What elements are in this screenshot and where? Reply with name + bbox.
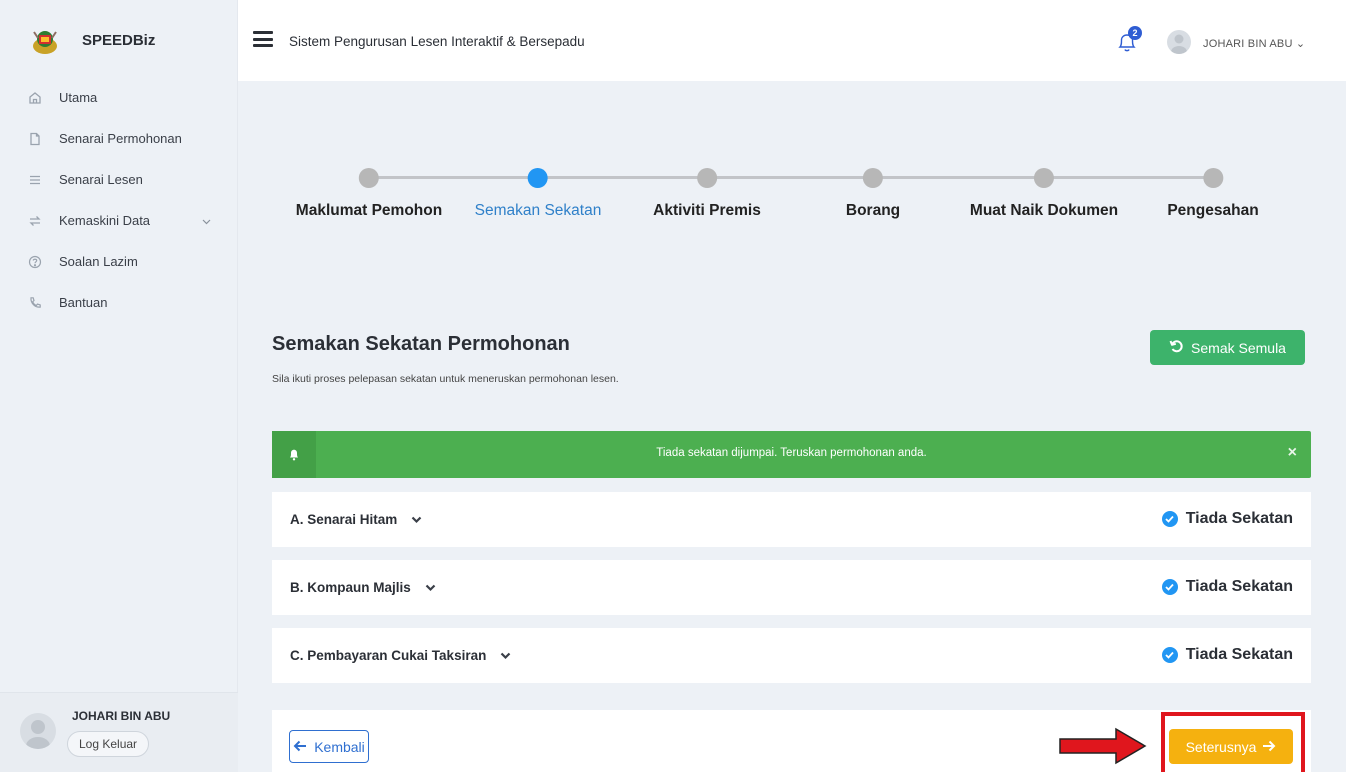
back-button[interactable]: Kembali xyxy=(289,730,369,763)
step-borang[interactable]: Borang xyxy=(846,160,900,220)
home-icon xyxy=(27,90,43,106)
check-title-text: C. Pembayaran Cukai Taksiran xyxy=(290,648,487,663)
system-title: Sistem Pengurusan Lesen Interaktif & Ber… xyxy=(289,34,585,49)
chevron-down-icon xyxy=(425,583,436,595)
logout-button[interactable]: Log Keluar xyxy=(67,731,150,757)
step-semakan-sekatan[interactable]: Semakan Sekatan xyxy=(474,160,602,220)
avatar xyxy=(20,713,56,749)
header-user-name: JOHARI BIN ABU xyxy=(1203,38,1293,50)
next-button[interactable]: Seterusnya xyxy=(1169,729,1293,764)
step-pengesahan[interactable]: Pengesahan xyxy=(1167,160,1259,220)
check-status: Tiada Sekatan xyxy=(1161,510,1293,528)
next-label: Seterusnya xyxy=(1185,738,1257,755)
step-label: Borang xyxy=(845,202,901,219)
step-label: Pengesahan xyxy=(1167,202,1259,219)
arrow-right-icon xyxy=(1262,739,1276,755)
check-row-cukai-taksiran[interactable]: C. Pembayaran Cukai Taksiran Tiada Sekat… xyxy=(272,628,1311,683)
sidebar-item-label: Senarai Permohonan xyxy=(59,131,182,146)
check-circle-icon xyxy=(1161,647,1178,663)
red-pointer-arrow-icon xyxy=(1058,726,1148,766)
sidebar-item-senarai-lesen[interactable]: Senarai Lesen xyxy=(0,159,237,200)
check-circle-icon xyxy=(1161,579,1178,595)
back-label: Kembali xyxy=(314,738,365,755)
undo-icon xyxy=(1169,339,1183,356)
top-header: Sistem Pengurusan Lesen Interaktif & Ber… xyxy=(238,0,1346,81)
sidebar-user-name: JOHARI BIN ABU xyxy=(72,709,171,723)
chevron-down-icon xyxy=(411,515,422,527)
step-dot xyxy=(1203,168,1223,188)
chevron-down-icon: ⌄ xyxy=(1295,38,1306,50)
sidebar-item-utama[interactable]: Utama xyxy=(0,77,237,118)
step-label: Aktiviti Premis xyxy=(653,202,761,219)
file-icon xyxy=(27,131,43,147)
check-status-text: Tiada Sekatan xyxy=(1185,578,1293,595)
step-dot xyxy=(358,168,379,188)
alert-message: Tiada sekatan dijumpai. Teruskan permoho… xyxy=(656,447,927,459)
help-circle-icon xyxy=(27,254,43,270)
sync-icon xyxy=(27,213,43,229)
chevron-down-icon xyxy=(202,213,211,228)
brand-name: SPEEDBiz xyxy=(82,32,156,49)
step-dot-active xyxy=(527,168,548,188)
sidebar-item-soalan-lazim[interactable]: Soalan Lazim xyxy=(0,241,237,282)
check-status-text: Tiada Sekatan xyxy=(1185,646,1293,663)
step-label: Muat Naik Dokumen xyxy=(969,202,1119,219)
notification-count-badge: 2 xyxy=(1128,26,1142,40)
check-title-text: B. Kompaun Majlis xyxy=(290,580,411,595)
form-actions-bar: Kembali xyxy=(272,710,1311,772)
check-title-text: A. Senarai Hitam xyxy=(290,512,398,527)
check-title: A. Senarai Hitam xyxy=(290,512,422,527)
check-title: B. Kompaun Majlis xyxy=(290,580,436,595)
step-muat-naik-dokumen[interactable]: Muat Naik Dokumen xyxy=(970,160,1118,220)
step-label-active: Semakan Sekatan xyxy=(474,202,602,219)
header-user-menu[interactable]: JOHARI BIN ABU ⌄ xyxy=(1203,37,1305,50)
alert-close-icon[interactable]: × xyxy=(1288,444,1297,462)
section-title: Semakan Sekatan Permohonan xyxy=(272,333,570,355)
check-status: Tiada Sekatan xyxy=(1161,646,1293,664)
check-circle-icon xyxy=(1161,511,1178,527)
step-maklumat-pemohon[interactable]: Maklumat Pemohon xyxy=(296,160,442,220)
step-label: Maklumat Pemohon xyxy=(295,202,443,219)
check-title: C. Pembayaran Cukai Taksiran xyxy=(290,648,511,663)
sidebar-user-panel: JOHARI BIN ABU Log Keluar xyxy=(0,692,238,772)
sidebar-item-label: Soalan Lazim xyxy=(59,254,138,269)
step-dot xyxy=(863,168,883,188)
sidebar-item-label: Utama xyxy=(59,90,98,105)
check-status-text: Tiada Sekatan xyxy=(1185,510,1293,527)
section-subtitle: Sila ikuti proses pelepasan sekatan untu… xyxy=(272,373,619,385)
sidebar-item-senarai-permohonan[interactable]: Senarai Permohonan xyxy=(0,118,237,159)
step-dot xyxy=(697,168,717,188)
step-dot xyxy=(1033,168,1054,188)
crest-logo-icon xyxy=(30,26,60,56)
progress-stepper: Maklumat Pemohon Semakan Sekatan Aktivit… xyxy=(270,160,1310,230)
brand[interactable]: SPEEDBiz xyxy=(0,0,237,81)
phone-icon xyxy=(27,295,43,311)
sidebar-item-label: Kemaskini Data xyxy=(59,213,151,228)
sidebar-item-bantuan[interactable]: Bantuan xyxy=(0,282,237,323)
step-aktiviti-premis[interactable]: Aktiviti Premis xyxy=(653,160,761,220)
sidebar: SPEEDBiz Utama Senarai Permohonan Senara… xyxy=(0,0,238,772)
list-icon xyxy=(27,172,43,188)
chevron-down-icon xyxy=(500,651,511,663)
check-row-kompaun-majlis[interactable]: B. Kompaun Majlis Tiada Sekatan xyxy=(272,560,1311,615)
recheck-button[interactable]: Semak Semula xyxy=(1150,330,1305,365)
sidebar-item-label: Bantuan xyxy=(59,295,108,310)
arrow-left-icon xyxy=(293,739,307,755)
check-row-senarai-hitam[interactable]: A. Senarai Hitam Tiada Sekatan xyxy=(272,492,1311,547)
sidebar-nav: Utama Senarai Permohonan Senarai Lesen K… xyxy=(0,77,237,323)
menu-toggle-icon[interactable] xyxy=(253,31,273,47)
check-status: Tiada Sekatan xyxy=(1161,578,1293,596)
sidebar-item-label: Senarai Lesen xyxy=(59,172,143,187)
success-alert: Tiada sekatan dijumpai. Teruskan permoho… xyxy=(272,431,1311,478)
notification-bell-icon[interactable]: 2 xyxy=(1116,26,1142,54)
sidebar-item-kemaskini-data[interactable]: Kemaskini Data xyxy=(0,200,237,241)
header-avatar[interactable] xyxy=(1167,30,1191,54)
recheck-label: Semak Semula xyxy=(1191,339,1286,356)
